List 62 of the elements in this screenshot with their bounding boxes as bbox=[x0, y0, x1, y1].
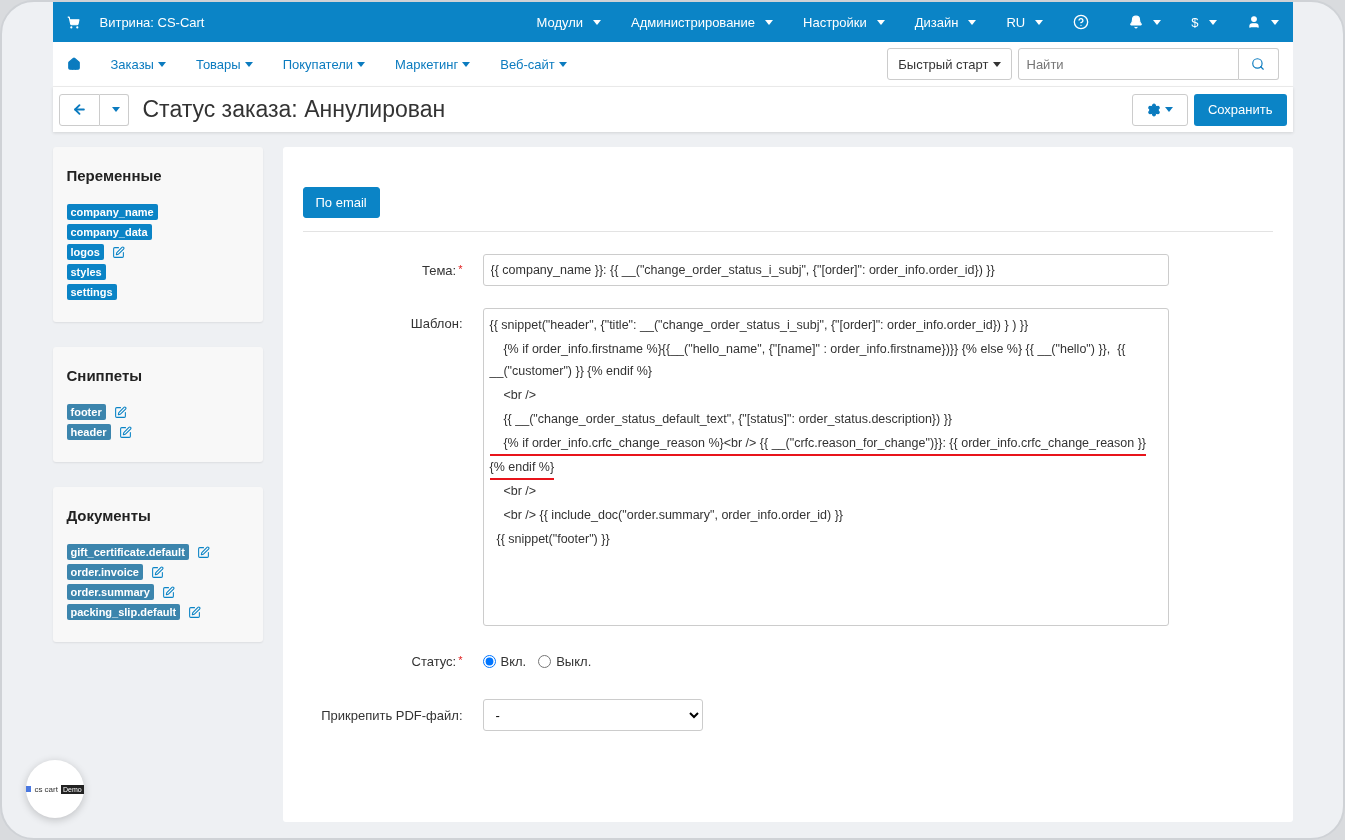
save-button[interactable]: Сохранить bbox=[1193, 93, 1287, 126]
variable-tag[interactable]: gift_certificate.default bbox=[66, 544, 189, 560]
top-menu[interactable]: RU bbox=[1006, 14, 1044, 30]
quick-start-button[interactable]: Быстрый старт bbox=[887, 48, 1012, 80]
variable-tag[interactable]: packing_slip.default bbox=[66, 604, 181, 620]
edit-icon[interactable] bbox=[196, 545, 210, 559]
template-field[interactable]: {{ snippet("header", {"title": __("change_order_status_i_subj", {"[order]": order_info.order_id}) } ) }} {% if order_info.firstname %}{{__("hello_name", {"[name]" : order_info.firstname})}} {% else %} {{ __("hello") }}, {{ __("customer") }} {% endif %} <br /> {{ __("change_order_status_default_text", {"[status]": order_status.description}) }} {% if order_info.crfc_change_reason %}<br /> {{ __("crfc.reason_for_change")}}: {{ order_info.crfc_change_reason }} {% endif %} <br /> <br /> {{ include_doc("order.summary", order_info.order_id) }} {{ snippet("footer") }} bbox=[482, 308, 1169, 626]
variable-tag[interactable]: order.summary bbox=[66, 584, 154, 600]
radio-button[interactable] bbox=[482, 655, 496, 668]
field-label: Шаблон: bbox=[409, 315, 464, 331]
variable-tag[interactable]: company_name bbox=[66, 204, 158, 220]
variable-tag[interactable]: order.invoice bbox=[66, 564, 143, 580]
top-menu[interactable]: Модули bbox=[536, 14, 602, 30]
email-tab[interactable]: По email bbox=[302, 187, 380, 218]
settings-button[interactable] bbox=[1131, 93, 1188, 126]
nav-menu[interactable]: Веб-сайт bbox=[500, 56, 567, 72]
search-field[interactable]: Найти bbox=[1017, 48, 1239, 80]
top-menu[interactable]: Дизайн bbox=[914, 14, 977, 30]
store-link[interactable]: Витрина: CS-Cart bbox=[99, 14, 205, 30]
subject-field[interactable]: {{ company_name }}: {{ __("change_order_status_i_subj", {"[order]": order_info.order_id}) }} bbox=[482, 254, 1169, 286]
page-title: Статус заказа: Аннулирован bbox=[142, 96, 446, 123]
edit-icon[interactable] bbox=[188, 605, 202, 619]
variable-tag[interactable]: company_data bbox=[66, 224, 152, 240]
search-button[interactable] bbox=[1238, 48, 1279, 80]
currency-menu[interactable]: $ bbox=[1191, 14, 1217, 30]
option-label: Выкл. bbox=[556, 654, 592, 669]
edit-icon[interactable] bbox=[151, 565, 164, 579]
variable-tag[interactable]: footer bbox=[66, 404, 106, 420]
card-title: Документы bbox=[66, 507, 152, 524]
edit-icon[interactable] bbox=[162, 585, 175, 599]
nav-menu[interactable]: Товары bbox=[195, 56, 253, 72]
radio-button[interactable] bbox=[538, 655, 552, 668]
required-mark: * bbox=[458, 262, 463, 275]
edit-icon[interactable] bbox=[111, 245, 125, 259]
top-menu[interactable]: Настройки bbox=[803, 14, 885, 30]
pdf-select[interactable]: - bbox=[482, 699, 703, 731]
user-icon bbox=[1246, 15, 1261, 29]
variable-tag[interactable]: logos bbox=[66, 244, 104, 260]
back-button[interactable] bbox=[58, 93, 100, 126]
search-icon bbox=[1251, 57, 1265, 71]
field-label: Прикрепить PDF-файл: bbox=[320, 707, 464, 723]
edit-icon[interactable] bbox=[113, 405, 127, 419]
top-menu[interactable]: Администрирование bbox=[631, 14, 774, 30]
nav-menu[interactable]: Заказы bbox=[110, 56, 166, 72]
help-icon[interactable] bbox=[1073, 14, 1090, 30]
nav-menu[interactable]: Покупатели bbox=[282, 56, 366, 72]
field-label: Тема:* bbox=[421, 262, 464, 278]
option-label: Вкл. bbox=[500, 654, 527, 669]
variable-tag[interactable]: styles bbox=[66, 264, 106, 280]
card-title: Сниппеты bbox=[66, 367, 144, 384]
variable-tag[interactable]: settings bbox=[66, 284, 117, 300]
cart-icon bbox=[66, 15, 80, 29]
notifications-button[interactable] bbox=[1129, 15, 1162, 29]
card-title: Переменные bbox=[66, 167, 163, 184]
user-menu[interactable] bbox=[1246, 15, 1279, 29]
field-label: Статус:* bbox=[410, 654, 464, 669]
variable-tag[interactable]: header bbox=[66, 424, 111, 440]
edit-icon[interactable] bbox=[118, 425, 132, 439]
gear-icon bbox=[1146, 102, 1161, 117]
home-icon[interactable] bbox=[66, 57, 81, 71]
required-mark: * bbox=[458, 654, 463, 666]
nav-menu[interactable]: Маркетинг bbox=[395, 56, 471, 72]
